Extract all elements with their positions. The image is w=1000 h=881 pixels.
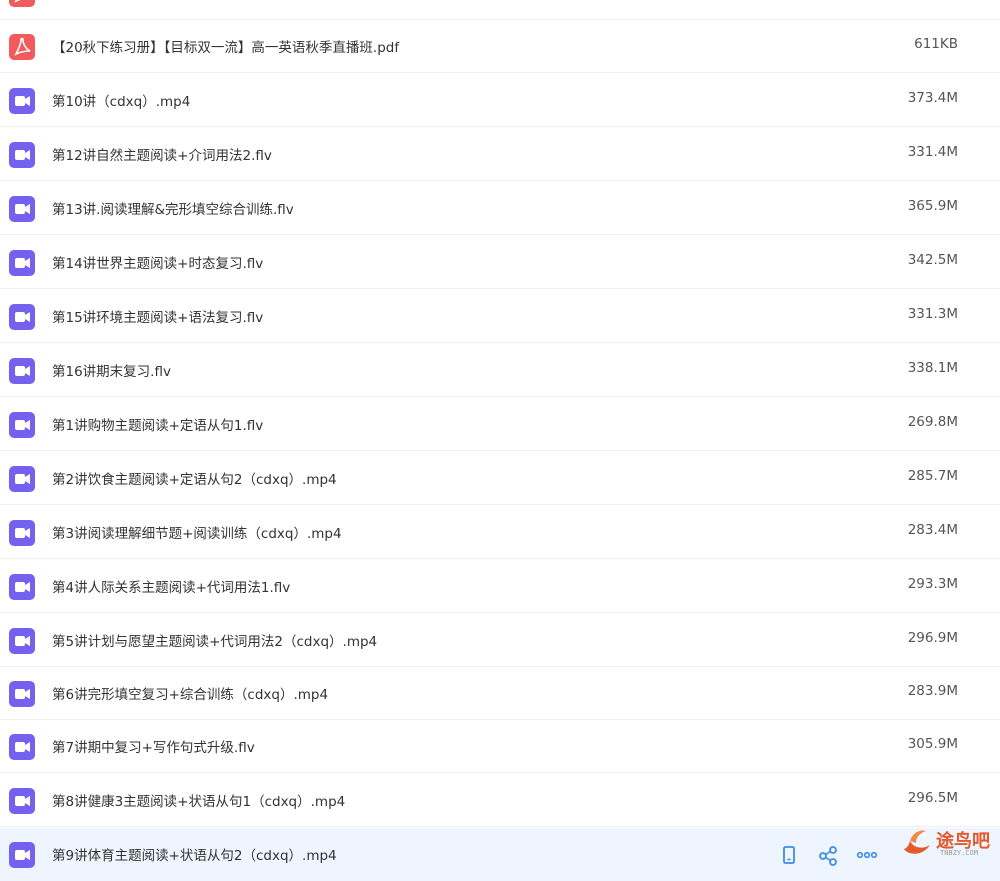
file-name: 第6讲完形填空复习+综合训练（cdxq）.mp4 (52, 687, 329, 703)
video-file-icon (9, 520, 35, 546)
video-file-icon (9, 88, 35, 114)
file-name: 第15讲环境主题阅读+语法复习.flv (52, 310, 264, 326)
file-size: 331.4M (907, 144, 958, 160)
file-row[interactable]: 第4讲人际关系主题阅读+代词用法1.flv 293.3M (0, 560, 1000, 613)
watermark-logo: 途鸟吧 TNBZY.COM (900, 825, 992, 861)
bird-logo-icon (904, 830, 930, 854)
file-size: 269.8M (907, 414, 958, 430)
video-file-icon (9, 142, 35, 168)
more-icon[interactable] (854, 842, 880, 868)
file-size: 365.9M (907, 198, 958, 214)
watermark-subtext: TNBZY.COM (940, 849, 978, 857)
file-row[interactable]: 第12讲自然主题阅读+介词用法2.flv 331.4M (0, 128, 1000, 181)
video-file-icon (9, 358, 35, 384)
file-size: 611KB (914, 36, 958, 52)
file-size: 342.5M (907, 252, 958, 268)
file-name: 第14讲世界主题阅读+时态复习.flv (52, 256, 264, 272)
file-row[interactable]: 第8讲健康3主题阅读+状语从句1（cdxq）.mp4 296.5M (0, 774, 1000, 827)
video-file-icon (9, 734, 35, 760)
file-name: 第7讲期中复习+写作句式升级.flv (52, 740, 255, 756)
video-file-icon (9, 412, 35, 438)
file-row[interactable]: 第5讲计划与愿望主题阅读+代词用法2（cdxq）.mp4 296.9M (0, 614, 1000, 667)
file-row[interactable]: 第10讲（cdxq）.mp4 373.4M (0, 74, 1000, 127)
video-file-icon (9, 842, 35, 868)
file-size: 373.4M (907, 90, 958, 106)
file-name: 第8讲健康3主题阅读+状语从句1（cdxq）.mp4 (52, 794, 346, 810)
file-row[interactable]: 第13讲.阅读理解&完形填空综合训练.flv 365.9M (0, 182, 1000, 235)
file-row[interactable]: 第7讲期中复习+写作句式升级.flv 305.9M (0, 720, 1000, 773)
file-size: 285.7M (907, 468, 958, 484)
file-row[interactable]: 第1讲购物主题阅读+定语从句1.flv 269.8M (0, 398, 1000, 451)
file-size: 296.5M (907, 790, 958, 806)
file-size: 305.9M (907, 736, 958, 752)
video-file-icon (9, 250, 35, 276)
video-file-icon (9, 574, 35, 600)
file-row-hovered[interactable]: 第9讲体育主题阅读+状语从句2（cdxq）.mp4 (0, 828, 1000, 881)
file-name: 第4讲人际关系主题阅读+代词用法1.flv (52, 580, 291, 596)
file-size: 283.9M (907, 683, 958, 699)
file-row[interactable]: 第15讲环境主题阅读+语法复习.flv 331.3M (0, 290, 1000, 343)
file-name: 【20秋下练习册】【目标双一流】高一英语秋季直播班.pdf (52, 40, 400, 56)
file-name: 第5讲计划与愿望主题阅读+代词用法2（cdxq）.mp4 (52, 634, 378, 650)
file-size: 293.3M (907, 576, 958, 592)
video-file-icon (9, 681, 35, 707)
file-name: 第10讲（cdxq）.mp4 (52, 94, 191, 110)
video-file-icon (9, 788, 35, 814)
video-file-icon (9, 466, 35, 492)
phone-icon[interactable] (776, 842, 802, 868)
file-row[interactable]: 第3讲阅读理解细节题+阅读训练（cdxq）.mp4 283.4M (0, 506, 1000, 559)
file-name: 第9讲体育主题阅读+状语从句2（cdxq）.mp4 (52, 848, 337, 864)
file-name: 第3讲阅读理解细节题+阅读训练（cdxq）.mp4 (52, 526, 342, 542)
file-row[interactable]: 【20秋下练习册】【目标双一流】高一英语秋季直播班.pdf 611KB (0, 20, 1000, 73)
file-size: 296.9M (907, 630, 958, 646)
share-icon[interactable] (815, 842, 841, 868)
video-file-icon (9, 196, 35, 222)
pdf-file-icon (9, 0, 35, 7)
file-row[interactable]: 第16讲期末复习.flv 338.1M (0, 344, 1000, 397)
file-row[interactable]: 第14讲世界主题阅读+时态复习.flv 342.5M (0, 236, 1000, 289)
file-size: 338.1M (907, 360, 958, 376)
file-name: 第12讲自然主题阅读+介词用法2.flv (52, 148, 272, 164)
file-name: 第16讲期末复习.flv (52, 364, 171, 380)
video-file-icon (9, 628, 35, 654)
file-size: 331.3M (907, 306, 958, 322)
file-row[interactable]: 第2讲饮食主题阅读+定语从句2（cdxq）.mp4 285.7M (0, 452, 1000, 505)
file-name: 第1讲购物主题阅读+定语从句1.flv (52, 418, 264, 434)
file-row[interactable] (0, 0, 1000, 20)
file-size: 283.4M (907, 522, 958, 538)
file-name: 第2讲饮食主题阅读+定语从句2（cdxq）.mp4 (52, 472, 337, 488)
file-row[interactable]: 第6讲完形填空复习+综合训练（cdxq）.mp4 283.9M (0, 667, 1000, 720)
pdf-file-icon (9, 34, 35, 60)
video-file-icon (9, 304, 35, 330)
file-name: 第13讲.阅读理解&完形填空综合训练.flv (52, 202, 294, 218)
